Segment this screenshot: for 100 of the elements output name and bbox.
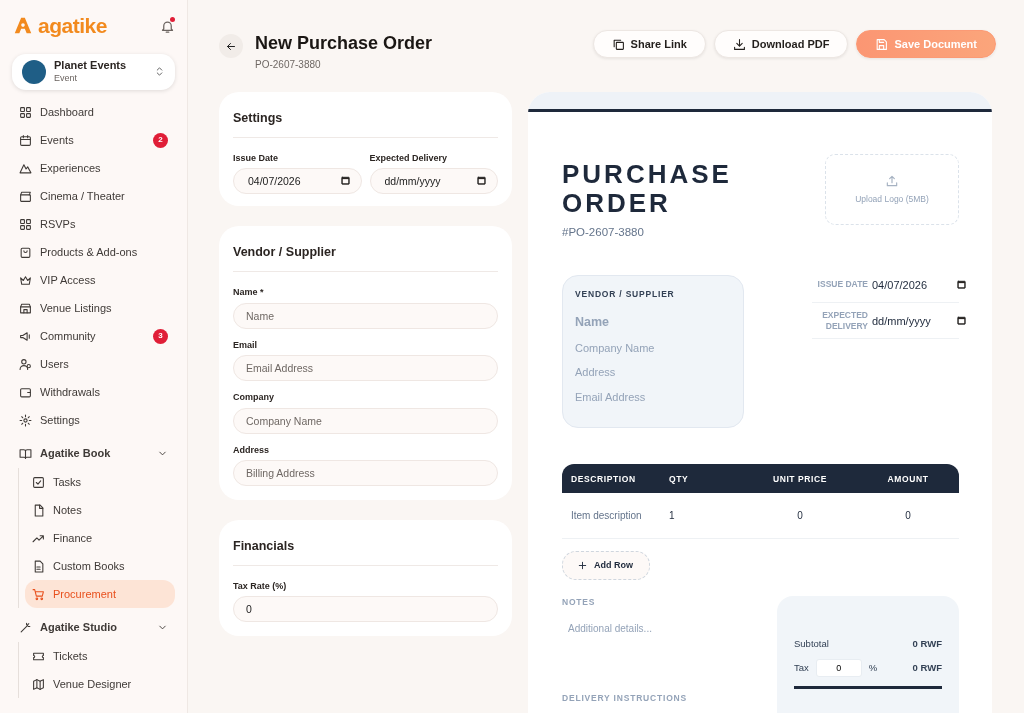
nav-item[interactable]: RSVPs bbox=[12, 210, 175, 239]
wallet-icon bbox=[19, 385, 32, 399]
input-field[interactable]: Billing Address bbox=[233, 460, 498, 486]
field-label: Company bbox=[233, 391, 275, 404]
section-heading: DELIVERY INSTRUCTIONS bbox=[562, 692, 688, 705]
card-title: Financials bbox=[233, 534, 498, 566]
document-title: PURCHASE ORDER bbox=[562, 160, 733, 219]
nav-item[interactable]: Community 3 bbox=[12, 322, 175, 351]
cart-icon bbox=[32, 587, 45, 601]
document-icon bbox=[32, 503, 45, 517]
megaphone-icon bbox=[19, 329, 32, 343]
nav-item[interactable]: Venue Designer bbox=[25, 670, 175, 699]
date-field[interactable]: 04/07/2026 bbox=[233, 168, 362, 195]
nav-item[interactable]: VIP Access bbox=[12, 266, 175, 295]
notes-field[interactable]: Additional details... bbox=[562, 621, 752, 637]
date-field[interactable]: 04/07/2026 bbox=[872, 276, 956, 294]
book-icon bbox=[19, 446, 32, 460]
upload-icon bbox=[885, 173, 899, 188]
brand-name: agatike bbox=[38, 13, 107, 39]
calendar-icon bbox=[956, 315, 967, 327]
workspace-type: Event bbox=[54, 71, 78, 85]
notification-button[interactable] bbox=[160, 17, 175, 35]
plus-icon bbox=[577, 560, 588, 572]
bag-icon bbox=[19, 245, 32, 259]
store-icon bbox=[19, 301, 32, 315]
summary-label: Subtotal bbox=[794, 637, 829, 652]
nav-item[interactable]: Events 2 bbox=[12, 126, 175, 155]
vendor-detail: Company Name bbox=[575, 340, 656, 356]
tax-field[interactable]: 0 bbox=[815, 659, 862, 678]
field-label: Address bbox=[233, 443, 270, 457]
nav-item[interactable]: Cinema / Theater bbox=[12, 182, 175, 211]
input-field[interactable]: Email Address bbox=[233, 355, 498, 381]
add-row-button[interactable]: Add Row bbox=[562, 551, 650, 581]
nav-item[interactable]: Withdrawals bbox=[12, 378, 175, 407]
page-title: New Purchase Order bbox=[255, 32, 433, 55]
mountain-icon bbox=[19, 161, 32, 175]
date-field[interactable]: dd/mm/yyyy bbox=[369, 168, 498, 195]
nav-item[interactable]: Tickets bbox=[25, 642, 175, 671]
nav-item[interactable]: Custom Books bbox=[25, 552, 175, 581]
field-label: Expected Delivery bbox=[369, 151, 449, 165]
count-badge: 2 bbox=[153, 132, 168, 148]
grid-icon bbox=[19, 105, 32, 119]
input-field[interactable]: Name bbox=[233, 302, 498, 329]
order-number: PO-2607-3880 bbox=[255, 58, 322, 72]
nav-item[interactable]: Experiences bbox=[12, 154, 175, 183]
action-button[interactable]: Share Link bbox=[592, 30, 706, 58]
workspace-name: Planet Events bbox=[54, 58, 128, 72]
card-title: Vendor / Supplier bbox=[233, 240, 498, 272]
crown-icon bbox=[19, 273, 32, 287]
date-label: EXPECTED DELIVERY bbox=[821, 309, 868, 333]
table-cell-text: Item description bbox=[570, 509, 643, 524]
nav-item[interactable]: Finance bbox=[25, 524, 175, 553]
field-label: Issue Date bbox=[233, 151, 280, 165]
calendar-icon bbox=[956, 279, 967, 291]
nav-group[interactable]: Agatike Book bbox=[12, 438, 175, 469]
nav-group[interactable]: Agatike Studio bbox=[12, 612, 175, 643]
calendar-icon bbox=[476, 175, 487, 187]
calendar-icon bbox=[339, 175, 351, 187]
back-button[interactable] bbox=[219, 34, 243, 58]
input-field[interactable]: Company Name bbox=[233, 407, 498, 434]
input-field[interactable]: 0 bbox=[233, 596, 498, 623]
column-header: QTY bbox=[668, 472, 690, 486]
document-number: #PO-2607-3880 bbox=[562, 225, 645, 241]
calendar-icon bbox=[19, 133, 32, 147]
nav-item[interactable]: Settings bbox=[12, 406, 175, 435]
column-header: DESCRIPTION bbox=[570, 472, 637, 486]
card-title: Settings bbox=[233, 106, 498, 138]
wand-icon bbox=[19, 620, 32, 634]
avatar bbox=[22, 59, 46, 84]
vendor-detail: Email Address bbox=[575, 389, 647, 405]
nav-item[interactable]: Users bbox=[12, 350, 175, 379]
workspace-switcher[interactable]: Planet Events Event bbox=[12, 53, 175, 91]
clapperboard-icon bbox=[19, 189, 32, 203]
table-cell-text: 0 bbox=[904, 509, 912, 524]
section-heading: NOTES bbox=[562, 596, 597, 610]
vendor-name: Name bbox=[575, 314, 611, 332]
field-label: Name * bbox=[233, 286, 265, 299]
bell-icon bbox=[160, 19, 175, 35]
percent-sign: % bbox=[868, 661, 878, 676]
checkbox-icon bbox=[32, 475, 45, 489]
nav-item[interactable]: Notes bbox=[25, 496, 175, 525]
download-icon bbox=[732, 37, 746, 51]
action-button[interactable]: Download PDF bbox=[713, 30, 849, 58]
nav-item[interactable]: Venue Listings bbox=[12, 294, 175, 323]
column-header: UNIT PRICE bbox=[771, 472, 829, 486]
date-label: ISSUE DATE bbox=[816, 279, 868, 291]
vendor-detail: Address bbox=[575, 365, 617, 381]
save-icon bbox=[875, 37, 889, 51]
section-heading: VENDOR / SUPPLIER bbox=[575, 288, 676, 302]
nav-item[interactable]: Dashboard bbox=[12, 98, 175, 127]
table-cell-text: 0 bbox=[796, 509, 804, 524]
field-label: Tax Rate (%) bbox=[233, 579, 288, 593]
chevron-updown-icon bbox=[154, 66, 165, 78]
summary-value: 0 RWF bbox=[912, 661, 942, 676]
table-cell-text: 1 bbox=[668, 509, 676, 524]
nav-item[interactable]: Products & Add-ons bbox=[12, 238, 175, 267]
summary-value: 0 RWF bbox=[912, 637, 942, 652]
document-icon bbox=[32, 559, 45, 573]
nav-item[interactable]: Tasks bbox=[25, 468, 175, 497]
date-field[interactable]: dd/mm/yyyy bbox=[872, 312, 956, 330]
